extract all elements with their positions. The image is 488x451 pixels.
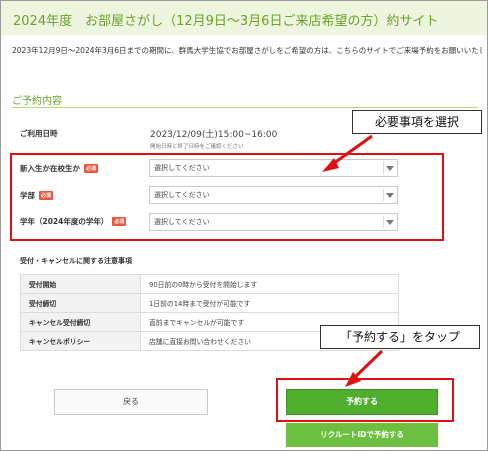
section-title-reservation: ご予約内容 xyxy=(12,96,62,107)
page-header: 2024年度 お部屋さがし（12月9日～3月6日ご来店希望の方）約サイト xyxy=(1,1,487,35)
highlight-box-fields xyxy=(10,153,444,241)
date-value: 2023/12/09(土)15:00~16:00 xyxy=(150,130,278,140)
policy-key: キャンセルポリシー xyxy=(20,331,141,351)
section-divider xyxy=(12,107,478,108)
callout-tap-reserve: 「予約する」をタップ xyxy=(320,325,480,349)
policy-value: 1日前の14時まで受付が可能です xyxy=(140,293,399,313)
recruit-id-reserve-button[interactable]: リクルートIDで予約する xyxy=(286,423,438,447)
policy-key: 受付締切 xyxy=(20,293,141,313)
intro-text: 2023年12月9日～2024年3月6日までの期間に、群馬大学生協でお部屋さがし… xyxy=(12,46,482,55)
table-row: 受付開始 90日前の0時から受付を開始します xyxy=(20,274,399,294)
callout-select-required: 必要事項を選択 xyxy=(352,110,482,134)
policy-key: 受付開始 xyxy=(20,274,141,294)
policy-heading: 受付・キャンセルに関する注意事項 xyxy=(20,257,132,265)
date-label: ご利用日時 xyxy=(20,129,58,138)
policy-key: キャンセル受付締切 xyxy=(20,312,141,332)
date-note: 開始日時と終了日時をご確認ください xyxy=(150,144,244,150)
highlight-box-reserve xyxy=(276,378,454,422)
table-row: 受付締切 1日前の14時まで受付が可能です xyxy=(20,293,399,313)
page-title: 2024年度 お部屋さがし（12月9日～3月6日ご来店希望の方）約サイト xyxy=(13,14,439,29)
policy-value: 90日前の0時から受付を開始します xyxy=(140,274,399,294)
back-button[interactable]: 戻る xyxy=(54,389,208,415)
